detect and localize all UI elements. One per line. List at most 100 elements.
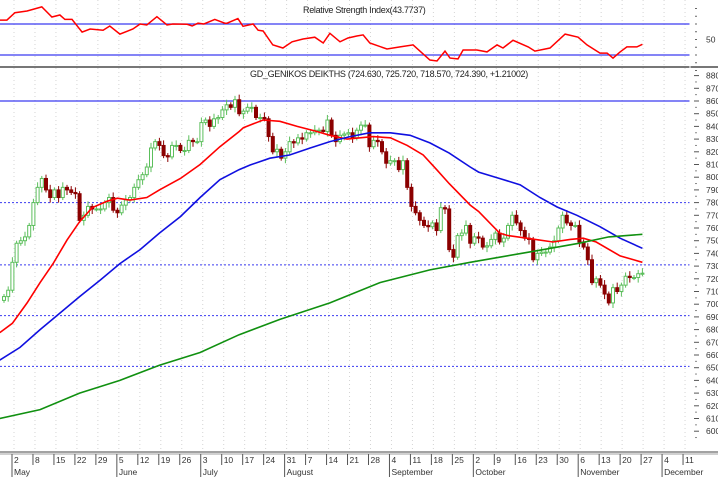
month-label: June (119, 467, 138, 477)
x-tick-label: 17 (245, 455, 255, 465)
y-tick-label: 690 (706, 312, 718, 322)
candle-up (573, 224, 578, 227)
candle-up (2, 296, 6, 301)
candle-down (569, 222, 573, 226)
candle-up (14, 242, 19, 263)
candle-up (430, 222, 435, 228)
x-tick-label: 21 (350, 455, 360, 465)
x-tick-label: 30 (559, 455, 569, 465)
candle-up (245, 106, 250, 112)
y-tick-label: 880 (706, 71, 718, 81)
candle-down (514, 214, 519, 224)
x-tick-label: 18 (433, 455, 443, 465)
candle-down (585, 246, 590, 261)
candle-down (422, 219, 426, 226)
x-tick-label: 2 (475, 455, 480, 465)
y-tick-label: 730 (706, 261, 718, 271)
y-tick-label: 790 (706, 185, 718, 195)
candle-up (359, 124, 363, 131)
candle-up (401, 160, 405, 171)
candle-down (409, 186, 414, 207)
candle-down (237, 99, 242, 115)
candle-down (518, 222, 523, 232)
candle-up (149, 147, 153, 168)
candle-down (270, 136, 275, 153)
y-tick-label: 770 (706, 210, 718, 220)
candle-up (489, 238, 494, 247)
rsi-y-tick-label: 50 (706, 35, 716, 45)
candle-up (539, 251, 544, 254)
y-tick-label: 620 (706, 401, 718, 411)
candle-up (619, 284, 624, 292)
candle-down (44, 177, 48, 191)
x-tick-label: 31 (287, 455, 297, 465)
y-tick-label: 870 (706, 83, 718, 93)
x-tick-label: 6 (580, 455, 585, 465)
candle-up (636, 273, 641, 279)
x-tick-label: 12 (140, 455, 150, 465)
candle-up (325, 119, 330, 132)
candle-up (249, 106, 254, 109)
candle-down (300, 137, 305, 140)
candle-up (594, 278, 599, 284)
candle-up (199, 122, 204, 143)
candle-up (493, 232, 498, 240)
candle-down (497, 232, 502, 243)
candle-up (31, 202, 36, 226)
candle-down (451, 249, 456, 258)
candle-up (123, 199, 128, 206)
x-tick-label: 9 (496, 455, 501, 465)
candle-down (165, 155, 170, 158)
candle-down (69, 189, 74, 193)
candle-down (627, 275, 632, 279)
y-tick-label: 750 (706, 236, 718, 246)
candle-down (480, 237, 485, 248)
candle-up (464, 224, 468, 234)
candle-up (119, 204, 124, 214)
y-tick-label: 860 (706, 96, 718, 106)
candle-up (102, 202, 107, 210)
candle-up (216, 117, 221, 120)
candle-down (606, 293, 611, 304)
candle-up (501, 237, 506, 243)
y-tick-label: 740 (706, 248, 718, 258)
x-tick-label: 2 (14, 455, 19, 465)
candle-down (321, 129, 326, 132)
y-tick-label: 830 (706, 134, 718, 144)
candle-down (161, 144, 166, 157)
y-tick-label: 810 (706, 160, 718, 170)
x-tick-label: 15 (56, 455, 66, 465)
x-tick-label: 10 (224, 455, 234, 465)
candle-down (380, 141, 384, 153)
candle-up (170, 144, 174, 158)
y-tick-label: 760 (706, 223, 718, 233)
y-tick-label: 640 (706, 375, 718, 385)
candle-up (632, 277, 636, 280)
x-tick-label: 3 (203, 455, 208, 465)
candle-up (136, 179, 141, 188)
candle-down (426, 224, 431, 228)
candle-down (531, 238, 536, 261)
y-tick-label: 660 (706, 350, 718, 360)
candle-down (207, 119, 212, 127)
y-tick-label: 600 (706, 426, 718, 436)
candle-up (23, 236, 27, 242)
candle-up (472, 236, 477, 244)
candle-up (144, 166, 149, 176)
candle-up (535, 252, 540, 261)
candle-up (308, 132, 313, 135)
candle-down (48, 189, 53, 199)
candle-down (329, 119, 334, 136)
candle-down (77, 193, 82, 221)
candle-up (18, 240, 23, 244)
candle-down (468, 224, 473, 244)
candle-down (157, 141, 162, 146)
candle-up (224, 104, 229, 111)
candle-up (392, 160, 397, 163)
candle-up (556, 227, 561, 242)
x-tick-label: 19 (161, 455, 171, 465)
rsi-panel (0, 6, 643, 62)
x-tick-label: 24 (266, 455, 276, 465)
candle-down (447, 208, 452, 251)
candle-up (52, 189, 57, 199)
